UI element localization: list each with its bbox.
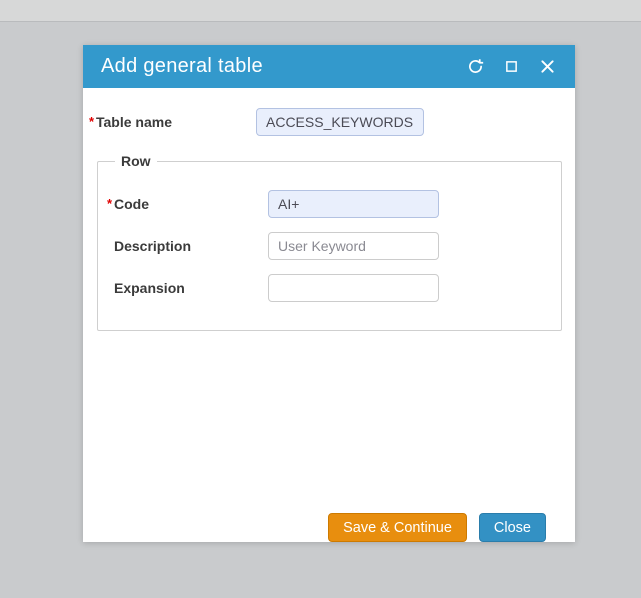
code-label: *Code xyxy=(107,196,268,212)
expansion-input[interactable] xyxy=(268,274,439,302)
top-strip xyxy=(0,0,641,22)
expansion-row: Expansion xyxy=(107,274,561,302)
dialog-footer-buttons: Save & Continue Close xyxy=(328,513,546,542)
required-marker: * xyxy=(107,196,114,211)
table-name-row: *Table name xyxy=(89,108,575,136)
save-continue-button[interactable]: Save & Continue xyxy=(328,513,467,542)
dialog-header: Add general table xyxy=(83,45,575,88)
desktop-background: Add general table xyxy=(0,0,641,598)
required-marker: * xyxy=(89,114,96,129)
dialog-header-actions xyxy=(465,57,557,77)
close-icon xyxy=(540,59,555,74)
dialog-body: *Table name Row *Code Description Expans… xyxy=(83,108,575,562)
maximize-icon xyxy=(505,60,518,73)
table-name-label: *Table name xyxy=(89,114,256,130)
code-input[interactable] xyxy=(268,190,439,218)
close-button[interactable] xyxy=(537,57,557,77)
description-label: Description xyxy=(107,238,268,254)
table-name-input[interactable] xyxy=(256,108,424,136)
dialog-title: Add general table xyxy=(101,55,465,78)
row-group: Row *Code Description Expansion xyxy=(97,153,562,331)
description-row: Description xyxy=(107,232,561,260)
add-general-table-dialog: Add general table xyxy=(83,45,575,542)
row-group-legend: Row xyxy=(115,153,157,169)
refresh-button[interactable] xyxy=(465,57,485,77)
expansion-label: Expansion xyxy=(107,280,268,296)
description-input[interactable] xyxy=(268,232,439,260)
code-row: *Code xyxy=(107,190,561,218)
close-dialog-button[interactable]: Close xyxy=(479,513,546,542)
refresh-icon xyxy=(467,58,484,75)
maximize-button[interactable] xyxy=(501,57,521,77)
